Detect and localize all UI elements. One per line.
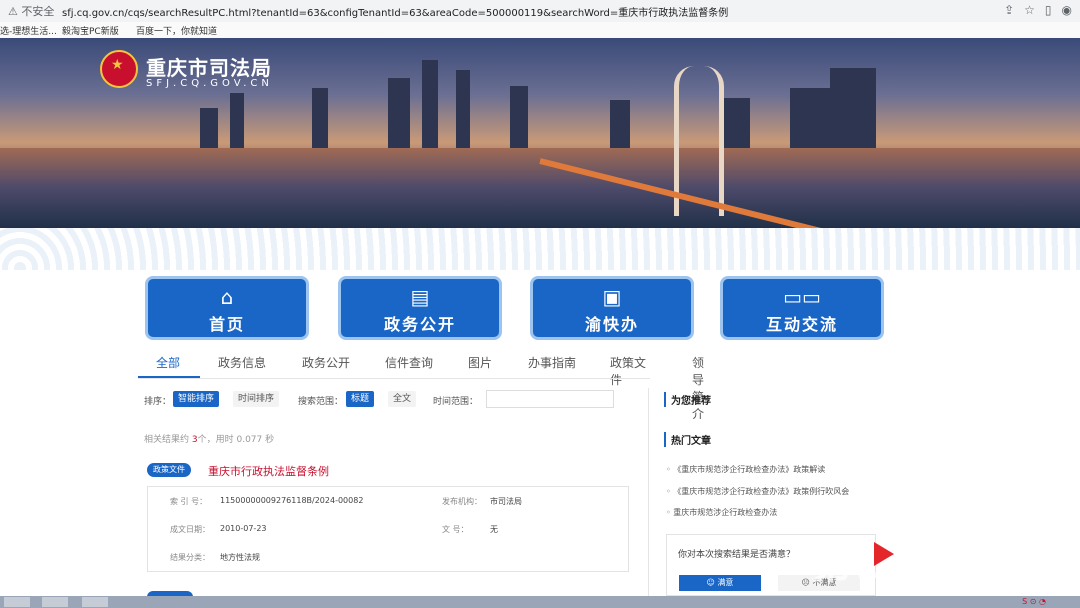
date-label: 成文日期： — [170, 525, 210, 534]
tab-images[interactable]: 图片 — [468, 354, 492, 371]
nav-gov-affairs-button[interactable]: ▤ 政务公开 — [338, 276, 502, 340]
star-icon[interactable]: ☆ — [1024, 3, 1035, 17]
nav-yukuaiban-button[interactable]: ▣ 渝快办 — [530, 276, 694, 340]
browser-address-bar: ⚠ 不安全 sfj.cq.gov.cn/cqs/searchResultPC.h… — [0, 0, 1080, 23]
nav-label: 渝快办 — [584, 315, 639, 334]
home-icon: ⌂ — [220, 285, 234, 309]
recommend-heading: 为您推荐 — [664, 392, 711, 407]
scope-label: 搜索范围： — [298, 397, 344, 407]
tab-guides[interactable]: 办事指南 — [528, 354, 576, 371]
hot-article-text: 《重庆市规范涉企行政检查办法》政策解读 — [673, 465, 826, 474]
count-prefix: 相关结果约 — [144, 435, 190, 445]
sidebar-divider — [648, 388, 649, 602]
org-label: 发布机构： — [442, 497, 482, 506]
building — [230, 93, 244, 148]
satisfied-label: 满意 — [717, 578, 734, 587]
emblem-icon — [100, 50, 138, 88]
index-value: 11500000009276118B/2024-00082 — [220, 496, 364, 505]
header-banner: 重庆市司法局 SFJ.CQ.GOV.CN — [0, 38, 1080, 228]
decorative-wave-pattern — [0, 228, 1080, 270]
chat-icon: ▭▭ — [783, 285, 821, 309]
tv-watermark: 第1眼TV — [810, 539, 995, 588]
sort-time-button[interactable]: 时间排序 — [233, 391, 280, 407]
hot-articles-heading: 热门文章 — [664, 432, 711, 447]
building — [388, 78, 410, 148]
date-value: 2010-07-23 — [220, 524, 267, 533]
security-warning[interactable]: ⚠ 不安全 — [8, 3, 54, 19]
satisfied-button[interactable]: ☺ 满意 — [679, 575, 761, 591]
result-type-badge: 政策文件 — [147, 463, 191, 477]
hot-article-link[interactable]: ◦ 《重庆市规范涉企行政检查办法》政策解读 — [666, 464, 825, 475]
sort-smart-button[interactable]: 智能排序 — [173, 391, 220, 407]
tab-policy[interactable]: 政策文件 — [610, 354, 650, 388]
building — [456, 70, 470, 148]
building — [200, 108, 218, 148]
hot-article-link[interactable]: ◦ 重庆市规范涉企行政检查办法 — [666, 507, 777, 518]
tabs-divider — [138, 378, 650, 379]
scope-fulltext-button[interactable]: 全文 — [388, 391, 417, 407]
time-range-label: 时间范围： — [433, 397, 479, 407]
profile-icon[interactable]: ◉ — [1062, 3, 1072, 17]
tab-leaders[interactable]: 领导简介 — [692, 354, 704, 422]
start-button[interactable] — [4, 597, 30, 607]
toolbar-icons: ⇪ ☆ ▯ ◉ — [994, 3, 1072, 17]
hot-article-link[interactable]: ◦ 《重庆市规范涉企行政检查办法》政策例行吹风会 — [666, 486, 849, 497]
category-value: 地方性法规 — [220, 553, 260, 562]
doc-number-label: 文 号： — [442, 525, 469, 534]
site-name: 重庆市司法局 — [146, 56, 272, 80]
time-range-input[interactable] — [486, 390, 614, 408]
sidebar-icon[interactable]: ▯ — [1045, 3, 1052, 17]
nav-label: 政务公开 — [383, 315, 456, 334]
nav-label: 互动交流 — [765, 315, 838, 334]
chrome-icon[interactable] — [82, 597, 108, 607]
index-label: 索 引 号： — [170, 497, 208, 506]
bookmarks-bar: 选-理想生活... 毅淘宝PC新版 百度一下，你就知道 — [0, 22, 1080, 38]
share-icon[interactable]: ⇪ — [1004, 3, 1014, 17]
nav-home-button[interactable]: ⌂ 首页 — [145, 276, 309, 340]
os-taskbar: S ⊙ ◔ — [0, 596, 1080, 608]
hot-article-text: 《重庆市规范涉企行政检查办法》政策例行吹风会 — [673, 487, 850, 496]
org-value: 市司法局 — [490, 497, 522, 506]
building — [830, 68, 876, 148]
tab-letters[interactable]: 信件查询 — [385, 354, 433, 371]
bookmark-item[interactable]: 选-理想生活... — [0, 24, 57, 37]
tab-all[interactable]: 全部 — [156, 354, 180, 371]
tab-gov-open[interactable]: 政务公开 — [302, 354, 350, 371]
doc-number-value: 无 — [490, 525, 498, 534]
site-domain: SFJ.CQ.GOV.CN — [146, 78, 273, 89]
category-label: 结果分类： — [170, 553, 210, 562]
bookmark-item[interactable]: 百度一下，你就知道 — [136, 24, 217, 37]
sort-label: 排序： — [144, 397, 172, 407]
system-tray-icons[interactable]: S ⊙ ◔ — [1022, 597, 1046, 606]
security-label: 不安全 — [21, 5, 55, 18]
scope-title-button[interactable]: 标题 — [346, 391, 375, 407]
building — [720, 98, 750, 148]
ie-icon[interactable] — [42, 597, 68, 607]
search-tabs: 全部 政务信息 政务公开 信件查询 图片 办事指南 政策文件 领导简介 — [138, 350, 704, 421]
url-text[interactable]: sfj.cq.gov.cn/cqs/searchResultPC.html?te… — [62, 4, 728, 19]
id-card-icon: ▣ — [602, 285, 622, 309]
result-title-link[interactable]: 重庆市行政执法监督条例 — [208, 463, 329, 479]
hot-article-text: 重庆市规范涉企行政检查办法 — [673, 508, 778, 517]
building — [312, 88, 328, 148]
active-tab-indicator — [138, 376, 200, 378]
count-suffix: 个，用时 0.077 秒 — [197, 435, 275, 445]
building — [610, 100, 630, 148]
result-count: 相关结果约 3个，用时 0.077 秒 — [144, 432, 274, 445]
document-icon: ▤ — [410, 285, 430, 309]
nav-label: 首页 — [208, 315, 245, 334]
survey-question: 你对本次搜索结果是否满意？ — [678, 550, 796, 560]
building — [790, 88, 830, 148]
play-icon — [874, 542, 894, 566]
bookmark-item[interactable]: 毅淘宝PC新版 — [62, 24, 119, 37]
tab-gov-info[interactable]: 政务信息 — [218, 354, 266, 371]
nav-interaction-button[interactable]: ▭▭ 互动交流 — [720, 276, 884, 340]
building — [422, 60, 438, 148]
building — [510, 86, 528, 148]
